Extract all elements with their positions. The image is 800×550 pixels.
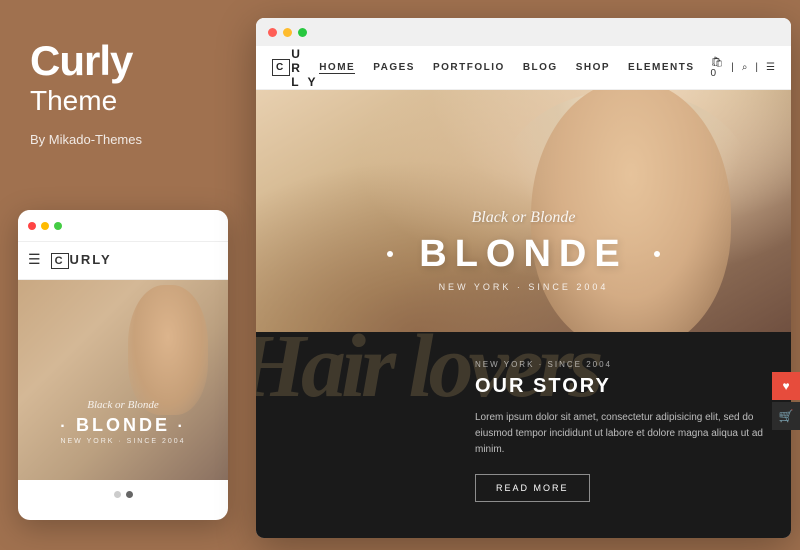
story-body: Lorem ipsum dolor sit amet, consectetur … bbox=[475, 410, 765, 458]
hero-main-text: BLONDE bbox=[256, 233, 791, 276]
nav-elements[interactable]: ELEMENTS bbox=[628, 62, 694, 73]
divider-2: | bbox=[755, 62, 758, 73]
mobile-script-text: Black or Blonde bbox=[18, 399, 228, 411]
mobile-blonde-text: · BLONDE · bbox=[18, 415, 228, 436]
mobile-slide-indicators bbox=[18, 480, 228, 508]
story-content: NEW YORK · SINCE 2004 OUR STORY Lorem ip… bbox=[475, 352, 765, 502]
story-since: NEW YORK · SINCE 2004 bbox=[475, 360, 765, 369]
mobile-dot-left: · bbox=[60, 418, 76, 435]
hero-since-text: NEW YORK · SINCE 2004 bbox=[256, 282, 791, 292]
desktop-story-section: Hair lovers NEW YORK · SINCE 2004 OUR ST… bbox=[256, 332, 791, 538]
mobile-dot-red bbox=[28, 222, 36, 230]
desktop-dot-yellow bbox=[283, 28, 292, 37]
left-panel: Curly Theme By Mikado-Themes ☰ CURLY Bla… bbox=[0, 0, 245, 550]
desktop-preview: C U R L Y HOME PAGES PORTFOLIO BLOG SHOP… bbox=[256, 18, 791, 538]
mobile-window-dots bbox=[28, 222, 62, 230]
hero-script-text: Black or Blonde bbox=[256, 209, 791, 227]
mobile-navbar: ☰ CURLY bbox=[18, 242, 228, 280]
floating-cart-icon[interactable]: 🛒 bbox=[772, 402, 800, 430]
indicator-1[interactable] bbox=[114, 491, 121, 498]
mobile-titlebar bbox=[18, 210, 228, 242]
nav-home[interactable]: HOME bbox=[319, 62, 355, 74]
floating-heart-icon[interactable]: ♥ bbox=[772, 372, 800, 400]
mobile-dot-green bbox=[54, 222, 62, 230]
mobile-preview: ☰ CURLY Black or Blonde · BLONDE · NEW Y… bbox=[18, 210, 228, 520]
divider-1: | bbox=[731, 62, 734, 73]
desktop-hero-text: Black or Blonde BLONDE NEW YORK · SINCE … bbox=[256, 209, 791, 292]
mobile-logo: CURLY bbox=[51, 252, 112, 269]
bag-icon[interactable]: 🛍 0 bbox=[711, 57, 724, 79]
desktop-nav-icons: 🛍 0 | ⌕ | ☰ bbox=[711, 57, 776, 79]
mobile-hero-face bbox=[128, 285, 208, 415]
mobile-hamburger-icon[interactable]: ☰ bbox=[28, 252, 41, 269]
mobile-logo-text: URLY bbox=[70, 252, 112, 267]
mobile-hero-text: Black or Blonde · BLONDE · NEW YORK · SI… bbox=[18, 399, 228, 445]
desktop-titlebar bbox=[256, 18, 791, 46]
hero-dot-left bbox=[387, 251, 393, 257]
mobile-dot-yellow bbox=[41, 222, 49, 230]
desktop-navbar: C U R L Y HOME PAGES PORTFOLIO BLOG SHOP… bbox=[256, 46, 791, 90]
mobile-hero: Black or Blonde · BLONDE · NEW YORK · SI… bbox=[18, 280, 228, 480]
mobile-dot-right: · bbox=[170, 418, 186, 435]
story-title: OUR STORY bbox=[475, 375, 765, 398]
hero-dot-right bbox=[654, 251, 660, 257]
desktop-nav-links: HOME PAGES PORTFOLIO BLOG SHOP ELEMENTS bbox=[319, 62, 694, 74]
mobile-logo-box: C bbox=[51, 253, 69, 269]
search-icon[interactable]: ⌕ bbox=[742, 62, 748, 73]
nav-portfolio[interactable]: PORTFOLIO bbox=[433, 62, 505, 73]
indicator-2[interactable] bbox=[126, 491, 133, 498]
brand-by: By Mikado-Themes bbox=[30, 132, 142, 147]
nav-shop[interactable]: SHOP bbox=[576, 62, 610, 73]
menu-icon[interactable]: ☰ bbox=[766, 62, 775, 73]
nav-pages[interactable]: PAGES bbox=[373, 62, 415, 73]
desktop-logo-box: C bbox=[272, 59, 290, 76]
read-more-button[interactable]: READ MORE bbox=[475, 474, 590, 502]
brand-subtitle: Theme bbox=[30, 84, 117, 118]
mobile-since-text: NEW YORK · SINCE 2004 bbox=[18, 438, 228, 445]
nav-blog[interactable]: BLOG bbox=[523, 62, 558, 73]
brand-title: Curly bbox=[30, 40, 132, 82]
desktop-hero-section: Black or Blonde BLONDE NEW YORK · SINCE … bbox=[256, 90, 791, 332]
desktop-logo-rest: U R L Y bbox=[291, 47, 319, 89]
desktop-dot-red bbox=[268, 28, 277, 37]
desktop-window-dots bbox=[268, 28, 307, 37]
floating-action-icons: ♥ 🛒 bbox=[772, 372, 800, 430]
desktop-logo: C U R L Y bbox=[272, 47, 319, 89]
desktop-dot-green bbox=[298, 28, 307, 37]
